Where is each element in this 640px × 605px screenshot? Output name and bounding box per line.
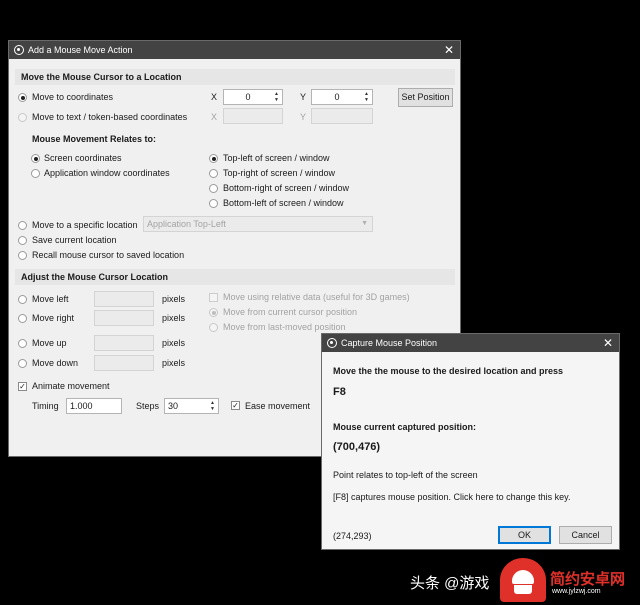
move-to-text-label[interactable]: Move to text / token-based coordinates: [32, 112, 187, 122]
from-current-label[interactable]: Move from current cursor position: [223, 307, 357, 317]
save-location-label[interactable]: Save current location: [32, 235, 117, 245]
move-down-label[interactable]: Move down: [32, 358, 78, 368]
close-icon[interactable]: ✕: [444, 43, 454, 57]
y-spinner-icon[interactable]: ▲ ▼: [363, 91, 370, 103]
y-coordinate-input[interactable]: 0 ▲ ▼: [311, 89, 373, 105]
capture-mouse-dialog: Capture Mouse Position ✕ Move the the mo…: [321, 333, 620, 550]
recall-location-label[interactable]: Recall mouse cursor to saved location: [32, 250, 184, 260]
watermark-logo: [500, 558, 546, 602]
top-right-radio[interactable]: [209, 169, 218, 178]
ease-label[interactable]: Ease movement: [245, 401, 310, 411]
move-right-pixels: pixels: [162, 313, 186, 323]
timing-value: 1.000: [70, 401, 93, 411]
ease-checkbox[interactable]: ✓: [231, 401, 240, 410]
move-up-pixels: pixels: [162, 338, 186, 348]
recall-location-radio[interactable]: [18, 251, 27, 260]
move-left-label[interactable]: Move left: [32, 294, 69, 304]
move-down-radio[interactable]: [18, 359, 27, 368]
move-up-label[interactable]: Move up: [32, 338, 67, 348]
capture-dialog-title: Capture Mouse Position: [341, 338, 438, 348]
x-coordinate-input[interactable]: 0 ▲ ▼: [223, 89, 283, 105]
screen-coordinates-radio[interactable]: [31, 154, 40, 163]
move-down-pixels: pixels: [162, 358, 186, 368]
text-y-label: Y: [300, 112, 307, 122]
hotkey-note[interactable]: [F8] captures mouse position. Click here…: [333, 492, 570, 502]
text-x-input[interactable]: [223, 108, 283, 124]
app-icon: [14, 45, 24, 55]
relates-note: Point relates to top-left of the screen: [333, 470, 478, 480]
steps-spinner-icon[interactable]: ▲ ▼: [209, 400, 216, 412]
save-location-radio[interactable]: [18, 236, 27, 245]
move-specific-radio[interactable]: [18, 221, 27, 230]
capture-key: F8: [333, 386, 346, 398]
top-right-label[interactable]: Top-right of screen / window: [223, 168, 335, 178]
screen-coordinates-label[interactable]: Screen coordinates: [44, 153, 122, 163]
move-left-input[interactable]: [94, 291, 154, 307]
move-left-pixels: pixels: [162, 294, 186, 304]
x-spinner-icon[interactable]: ▲ ▼: [273, 91, 280, 103]
top-left-label[interactable]: Top-left of screen / window: [223, 153, 330, 163]
capture-app-icon: [327, 338, 337, 348]
specific-location-value: Application Top-Left: [147, 219, 226, 229]
from-current-radio[interactable]: [209, 308, 218, 317]
watermark-url: www.jylzwj.com: [552, 588, 601, 595]
set-position-button[interactable]: Set Position: [398, 88, 453, 107]
animate-label[interactable]: Animate movement: [32, 381, 110, 391]
move-to-text-radio[interactable]: [18, 113, 27, 122]
relates-heading: Mouse Movement Relates to:: [32, 134, 157, 144]
y-label: Y: [300, 92, 307, 102]
timing-input[interactable]: 1.000: [66, 398, 122, 414]
from-last-label[interactable]: Move from last-moved position: [223, 322, 346, 332]
watermark-brand-box: 简约安卓网 www.jylzwj.com: [550, 566, 638, 600]
move-right-radio[interactable]: [18, 314, 27, 323]
move-up-radio[interactable]: [18, 339, 27, 348]
x-value: 0: [245, 92, 251, 102]
animate-checkbox[interactable]: ✓: [18, 382, 27, 391]
android-body-icon: [514, 585, 532, 594]
bottom-left-radio[interactable]: [209, 199, 218, 208]
steps-input[interactable]: 30 ▲ ▼: [164, 398, 219, 414]
section-move-header: Move the Mouse Cursor to a Location: [15, 69, 455, 85]
text-y-input[interactable]: [311, 108, 373, 124]
move-up-input[interactable]: [94, 335, 154, 351]
watermark-source: 头条 @游戏: [410, 575, 490, 592]
move-right-label[interactable]: Move right: [32, 313, 74, 323]
from-last-radio[interactable]: [209, 323, 218, 332]
move-specific-label[interactable]: Move to a specific location: [32, 220, 138, 230]
move-left-radio[interactable]: [18, 295, 27, 304]
steps-value: 30: [168, 401, 179, 411]
move-to-coordinates-radio[interactable]: [18, 93, 27, 102]
ok-button[interactable]: OK: [498, 526, 551, 544]
timing-label: Timing: [32, 401, 59, 411]
section-adjust-header: Adjust the Mouse Cursor Location: [15, 269, 455, 285]
main-dialog-title: Add a Mouse Move Action: [28, 45, 133, 55]
capture-instruction: Move the the mouse to the desired locati…: [333, 366, 564, 376]
app-window-coordinates-label[interactable]: Application window coordinates: [44, 168, 170, 178]
relative-data-checkbox[interactable]: [209, 293, 218, 302]
specific-location-dropdown[interactable]: Application Top-Left ▼: [143, 216, 373, 232]
move-down-input[interactable]: [94, 355, 154, 371]
main-titlebar[interactable]: Add a Mouse Move Action ✕: [9, 41, 460, 59]
capture-titlebar[interactable]: Capture Mouse Position ✕: [322, 334, 619, 352]
x-label: X: [211, 92, 218, 102]
captured-value: (700,476): [333, 441, 381, 453]
capture-close-icon[interactable]: ✕: [603, 336, 613, 350]
cancel-button[interactable]: Cancel: [559, 526, 612, 544]
y-value: 0: [334, 92, 340, 102]
chevron-down-icon: ▼: [361, 220, 368, 227]
text-x-label: X: [211, 112, 218, 122]
move-right-input[interactable]: [94, 310, 154, 326]
move-to-coordinates-label[interactable]: Move to coordinates: [32, 92, 113, 102]
relative-data-label[interactable]: Move using relative data (useful for 3D …: [223, 292, 410, 302]
watermark-brand: 简约安卓网: [550, 571, 626, 588]
steps-label: Steps: [136, 401, 160, 411]
bottom-right-radio[interactable]: [209, 184, 218, 193]
bottom-left-label[interactable]: Bottom-left of screen / window: [223, 198, 344, 208]
android-icon: [512, 570, 534, 584]
bottom-right-label[interactable]: Bottom-right of screen / window: [223, 183, 349, 193]
live-position: (274,293): [333, 531, 372, 541]
captured-label: Mouse current captured position:: [333, 422, 477, 432]
top-left-radio[interactable]: [209, 154, 218, 163]
app-window-coordinates-radio[interactable]: [31, 169, 40, 178]
